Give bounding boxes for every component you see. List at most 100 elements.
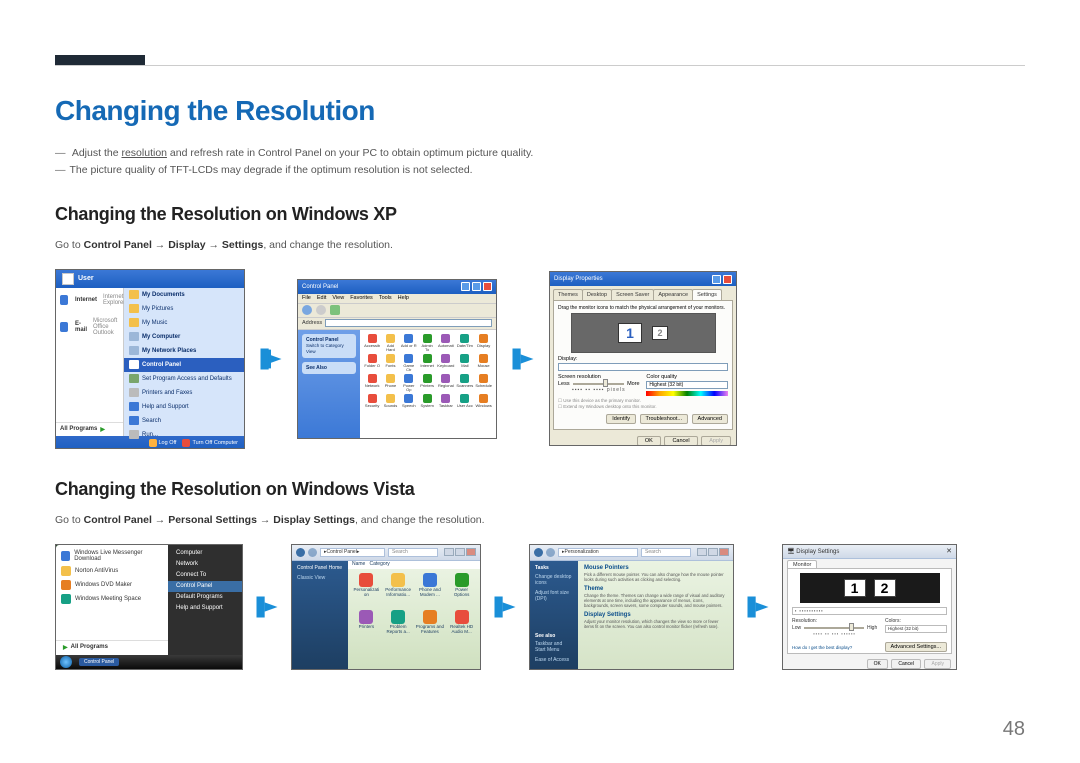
xp-printers[interactable]: Printers and Faxes: [124, 386, 244, 400]
vs-pz-address[interactable]: ▸ Personalization: [558, 548, 638, 557]
cancel-button[interactable]: Cancel: [891, 659, 921, 669]
cp-item[interactable]: Mouse: [475, 354, 492, 372]
vs-taskbar-item[interactable]: Control Panel: [79, 658, 119, 666]
xp-my-documents[interactable]: My Documents: [124, 288, 244, 302]
cp-item[interactable]: Add Hard: [382, 334, 398, 352]
tab-settings[interactable]: Settings: [692, 289, 722, 300]
display-settings-link[interactable]: Display Settings: [584, 612, 727, 618]
close-icon[interactable]: [723, 275, 732, 284]
cp-item[interactable]: Automati: [437, 334, 454, 352]
monitor-2-icon[interactable]: 2: [874, 579, 896, 597]
menu-view[interactable]: View: [332, 295, 344, 301]
cp-item[interactable]: Folder O: [364, 354, 380, 372]
tab-themes[interactable]: Themes: [553, 289, 583, 300]
cp-item[interactable]: Game Ctr: [401, 354, 417, 372]
forward-icon[interactable]: [308, 548, 317, 557]
apply-button[interactable]: Apply: [701, 436, 731, 446]
vs-cp-search[interactable]: Search: [388, 548, 438, 557]
vs-pz-search[interactable]: Search: [641, 548, 691, 557]
vs-all-programs[interactable]: ▶ All Programs: [56, 640, 168, 654]
monitor-select[interactable]: ▪ ▪▪▪▪▪▪▪▪▪▪: [792, 607, 947, 615]
maximize-icon[interactable]: [472, 282, 481, 291]
menu-edit[interactable]: Edit: [317, 295, 326, 301]
monitor-2-icon[interactable]: 2: [652, 326, 668, 340]
ok-button[interactable]: OK: [637, 436, 661, 446]
cp-item[interactable]: Taskbar: [437, 394, 454, 412]
forward-icon[interactable]: [546, 548, 555, 557]
advanced-settings-button[interactable]: Advanced Settings...: [885, 642, 947, 652]
close-icon[interactable]: ✕: [946, 547, 952, 555]
adjust-font-size-link[interactable]: Adjust font size (DPI): [535, 590, 573, 602]
xp-my-network[interactable]: My Network Places: [124, 344, 244, 358]
cp-item[interactable]: Security: [364, 394, 380, 412]
cancel-button[interactable]: Cancel: [664, 436, 697, 446]
back-icon[interactable]: [534, 548, 543, 557]
cp-item[interactable]: Fonts: [382, 354, 398, 372]
cp-item[interactable]: User Acc: [456, 394, 473, 412]
cp-item[interactable]: Performance Informatio...: [384, 573, 413, 607]
vs-cp-home-link[interactable]: Control Panel Home: [297, 565, 343, 571]
monitor-1-icon[interactable]: 1: [618, 323, 642, 343]
cp-item[interactable]: Speech: [401, 394, 417, 412]
monitor-arrangement[interactable]: 1 2: [571, 313, 716, 353]
cp-item[interactable]: Mail: [456, 354, 473, 372]
xp-my-pictures[interactable]: My Pictures: [124, 302, 244, 316]
identify-button[interactable]: Identify: [606, 414, 636, 424]
minimize-icon[interactable]: [444, 548, 454, 556]
xp-shutdown-button[interactable]: Turn Off Computer: [182, 439, 238, 447]
cp-item[interactable]: Power Options: [447, 573, 476, 607]
xp-all-programs[interactable]: All Programs ▶: [56, 422, 123, 436]
cp-item[interactable]: Admin To: [419, 334, 435, 352]
xp-search[interactable]: Search: [124, 414, 244, 428]
colors-select[interactable]: Highest (32 bit): [885, 625, 947, 633]
tab-desktop[interactable]: Desktop: [582, 289, 612, 300]
vs-item-wlm[interactable]: Windows Live Messenger Download: [56, 548, 168, 564]
vs-connect[interactable]: Connect To: [168, 570, 242, 581]
ok-button[interactable]: OK: [867, 659, 888, 669]
monitor-1-icon[interactable]: 1: [844, 579, 866, 597]
vs-cp-classic-link[interactable]: Classic View: [297, 575, 343, 581]
xp-my-computer[interactable]: My Computer: [124, 330, 244, 344]
cp-item[interactable]: Keyboard: [437, 354, 454, 372]
cp-item[interactable]: Printers: [352, 610, 381, 644]
help-link[interactable]: How do I get the best display?: [792, 645, 852, 650]
xp-start-email[interactable]: E-mailMicrosoft Office Outlook: [56, 312, 123, 342]
close-icon[interactable]: [719, 548, 729, 556]
ease-of-access-link[interactable]: Ease of Access: [535, 657, 573, 663]
cp-item[interactable]: Add or R: [401, 334, 417, 352]
vs-item-dvd[interactable]: Windows DVD Maker: [56, 578, 168, 592]
forward-icon[interactable]: [316, 305, 326, 315]
cp-item[interactable]: Realtek HD Audio M...: [447, 610, 476, 644]
vs-default-programs[interactable]: Default Programs: [168, 592, 242, 603]
start-orb-icon[interactable]: [60, 656, 72, 668]
troubleshoot-button[interactable]: Troubleshoot...: [640, 414, 688, 424]
cp-item[interactable]: Internet: [419, 354, 435, 372]
xp-program-access[interactable]: Set Program Access and Defaults: [124, 372, 244, 386]
maximize-icon[interactable]: [708, 548, 718, 556]
vs-control-panel-item[interactable]: Control Panel: [168, 581, 242, 592]
change-desktop-icons-link[interactable]: Change desktop icons: [535, 574, 573, 586]
cp-item[interactable]: Accessib: [364, 334, 380, 352]
close-icon[interactable]: [466, 548, 476, 556]
cp-item[interactable]: Power Op: [401, 374, 417, 392]
up-icon[interactable]: [330, 305, 340, 315]
close-icon[interactable]: [483, 282, 492, 291]
cp-item[interactable]: Date/Tim: [456, 334, 473, 352]
minimize-icon[interactable]: [461, 282, 470, 291]
xp-logoff-button[interactable]: Log Off: [149, 439, 177, 447]
cp-item[interactable]: Schedule: [475, 374, 492, 392]
vs-item-norton[interactable]: Norton AntiVirus: [56, 564, 168, 578]
xp-cp-address-field[interactable]: [325, 319, 492, 327]
cp-item[interactable]: Personalizati on: [352, 573, 381, 607]
xp-control-panel-item[interactable]: Control Panel: [124, 358, 244, 372]
minimize-icon[interactable]: [697, 548, 707, 556]
cp-item[interactable]: Printers: [419, 374, 435, 392]
help-icon[interactable]: [712, 275, 721, 284]
cp-item[interactable]: Regional: [437, 374, 454, 392]
xp-start-internet[interactable]: InternetInternet Explorer: [56, 288, 123, 312]
cp-item[interactable]: Phone and Modem ...: [416, 573, 445, 607]
vs-cp-address[interactable]: ▸ Control Panel ▸: [320, 548, 385, 557]
cp-item[interactable]: Programs and Features: [416, 610, 445, 644]
cp-item[interactable]: Network: [364, 374, 380, 392]
cp-item[interactable]: Problem Reports a...: [384, 610, 413, 644]
